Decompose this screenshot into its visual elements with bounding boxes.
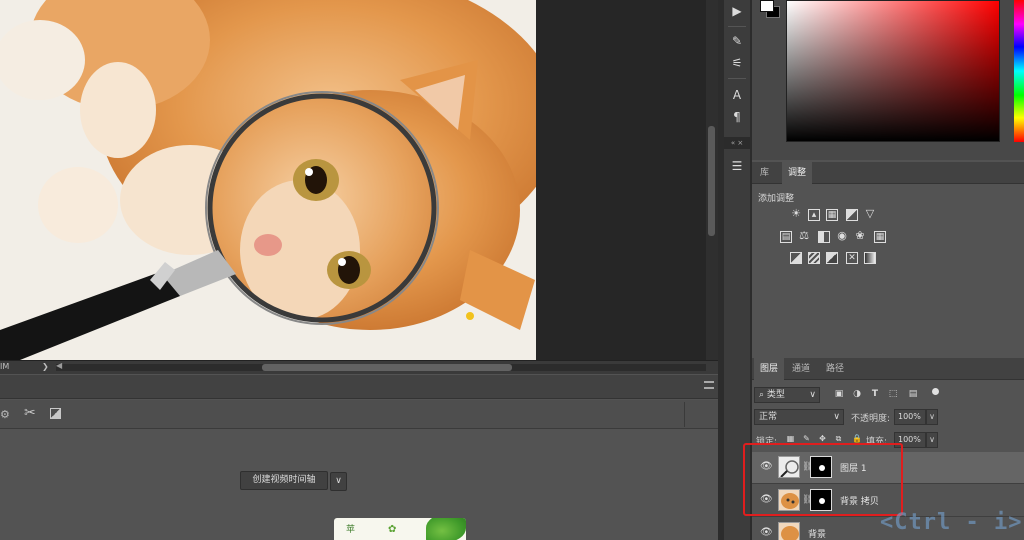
canvas-horizontal-scroll-thumb[interactable] — [262, 364, 512, 371]
paragraph-panel-icon[interactable]: ¶ — [724, 106, 750, 128]
channel-mixer-icon[interactable]: ❀ — [854, 230, 866, 243]
layer-filter-select[interactable]: ⌕ 类型 ∨ — [754, 387, 820, 403]
hue-slider[interactable] — [1014, 0, 1024, 142]
leaf-graphic — [426, 518, 466, 540]
fill-dropdown-icon[interactable]: ∨ — [926, 432, 938, 448]
hue-saturation-icon[interactable]: ▤ — [780, 231, 792, 243]
timeline-panel: ⚙ ✂ 创建视频时间轴 ∨ 苹 ✿ — [0, 375, 718, 540]
properties-panel-icon[interactable]: ☰ — [724, 155, 750, 177]
tab-libraries[interactable]: 库 — [754, 162, 775, 184]
search-icon: ⌕ — [759, 390, 767, 400]
blend-mode-select[interactable]: 正常 ∨ — [754, 409, 844, 425]
toolbar-divider — [684, 402, 685, 427]
panel-menu-icon[interactable] — [704, 381, 714, 389]
timeline-panel-header — [0, 375, 718, 399]
collapse-panel-icon[interactable]: « × — [724, 137, 750, 149]
strip-separator — [728, 78, 746, 79]
timeline-mode-dropdown[interactable]: ∨ — [330, 472, 347, 491]
status-bar: IM ❯ ◀ — [0, 360, 718, 374]
threshold-icon[interactable] — [826, 252, 838, 264]
timeline-toolbar: ⚙ ✂ — [0, 400, 718, 429]
cat-thumbnail-icon — [781, 526, 799, 540]
lock-artboard-icon[interactable]: ⧉ — [834, 434, 843, 443]
color-balance-icon[interactable]: ⚖ — [798, 230, 810, 243]
transition-icon[interactable] — [50, 408, 61, 419]
layer-thumbnail[interactable] — [778, 522, 800, 540]
posterize-icon[interactable] — [808, 252, 820, 264]
invert-icon[interactable] — [790, 252, 802, 264]
foreground-color-swatch[interactable] — [760, 0, 774, 12]
tab-layers[interactable]: 图层 — [754, 358, 785, 380]
opacity-label: 不透明度: — [851, 414, 891, 424]
selective-color-icon[interactable]: ✕ — [846, 252, 858, 264]
vibrance-icon[interactable]: ▽ — [864, 208, 876, 221]
shape-layer-filter-icon[interactable]: ⬚ — [888, 389, 898, 399]
lock-position-icon[interactable]: ✥ — [818, 434, 827, 443]
opacity-input[interactable]: 100% — [894, 409, 926, 425]
cat-magnifier-image — [0, 0, 536, 360]
play-icon[interactable]: ▶ — [724, 0, 750, 22]
blend-mode-value: 正常 — [759, 412, 778, 422]
create-video-timeline-button[interactable]: 创建视频时间轴 — [240, 471, 328, 490]
filter-toggle-icon[interactable] — [932, 388, 939, 395]
photo-filter-icon[interactable]: ◉ — [836, 230, 848, 243]
canvas-vertical-scroll-thumb[interactable] — [708, 126, 715, 236]
smart-object-filter-icon[interactable]: ▤ — [908, 389, 918, 399]
lock-transparent-icon[interactable]: ▦ — [786, 434, 795, 443]
shortcut-watermark: <Ctrl - i> — [880, 510, 1023, 535]
type-layer-filter-icon[interactable]: T — [870, 389, 880, 399]
lock-image-icon[interactable]: ✎ — [802, 434, 811, 443]
thumbnail-text: 苹 — [346, 525, 356, 535]
brush-presets-icon[interactable]: ⚟ — [724, 52, 750, 74]
levels-icon[interactable]: ▦ — [826, 209, 838, 221]
annotation-highlight-box — [743, 443, 903, 516]
color-picker-field[interactable] — [786, 0, 1000, 142]
add-adjustment-label: 添加调整 — [758, 194, 795, 204]
document-thumbnail[interactable]: 苹 ✿ — [334, 518, 466, 540]
tab-channels[interactable]: 通道 — [786, 358, 816, 380]
tab-paths[interactable]: 路径 — [820, 358, 850, 380]
opacity-dropdown-icon[interactable]: ∨ — [926, 409, 938, 425]
black-white-icon[interactable] — [818, 231, 830, 243]
chevron-down-icon: ∨ — [833, 412, 840, 422]
gradient-map-icon[interactable] — [864, 252, 876, 264]
sprout-icon: ✿ — [388, 524, 397, 535]
strip-separator — [728, 26, 746, 27]
cat-photo[interactable] — [0, 0, 536, 360]
visibility-eye-icon[interactable]: 👁 — [760, 528, 773, 538]
tab-adjustments[interactable]: 调整 — [782, 162, 813, 184]
pixel-layer-filter-icon[interactable]: ▣ — [834, 389, 844, 399]
curves-icon[interactable]: ▴ — [808, 209, 820, 221]
scroll-left-arrow[interactable]: ◀ — [56, 361, 62, 370]
color-lookup-icon[interactable]: ▦ — [874, 231, 886, 243]
filter-kind-label: 类型 — [766, 390, 785, 400]
brightness-icon[interactable]: ☀ — [790, 208, 802, 221]
chevron-down-icon: ∨ — [809, 390, 816, 400]
settings-icon[interactable]: ⚙ — [0, 408, 10, 421]
brush-settings-icon[interactable]: ✎ — [724, 30, 750, 52]
character-panel-icon[interactable]: A — [724, 84, 750, 106]
exposure-icon[interactable] — [846, 209, 858, 221]
adjustment-layer-filter-icon[interactable]: ◑ — [852, 389, 862, 399]
layer-name[interactable]: 背景 — [808, 527, 826, 540]
split-scissors-icon[interactable]: ✂ — [24, 405, 36, 421]
lock-all-icon[interactable]: 🔒 — [852, 434, 862, 443]
zoom-level-text[interactable]: IM — [0, 362, 9, 371]
status-info-arrow[interactable]: ❯ — [42, 362, 49, 371]
